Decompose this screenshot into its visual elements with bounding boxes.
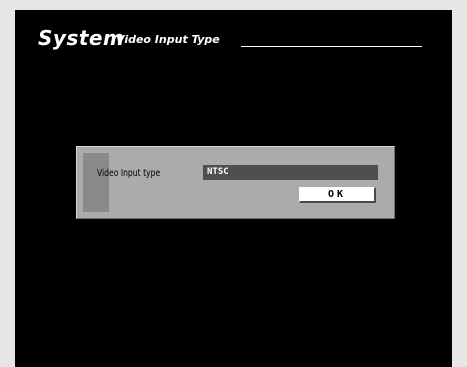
page-title: System	[38, 26, 125, 50]
title-underline	[241, 46, 422, 47]
menu-screen: System Video Input Type Video Input type…	[15, 10, 452, 367]
page-subtitle: Video Input Type	[116, 33, 220, 46]
dialog-accent-stripe	[83, 153, 109, 212]
video-input-type-label: Video Input type	[97, 168, 161, 179]
video-input-type-select[interactable]: NTSC	[203, 165, 378, 180]
video-input-dialog: Video Input type NTSC OK	[76, 146, 395, 219]
ok-button[interactable]: OK	[299, 187, 376, 203]
